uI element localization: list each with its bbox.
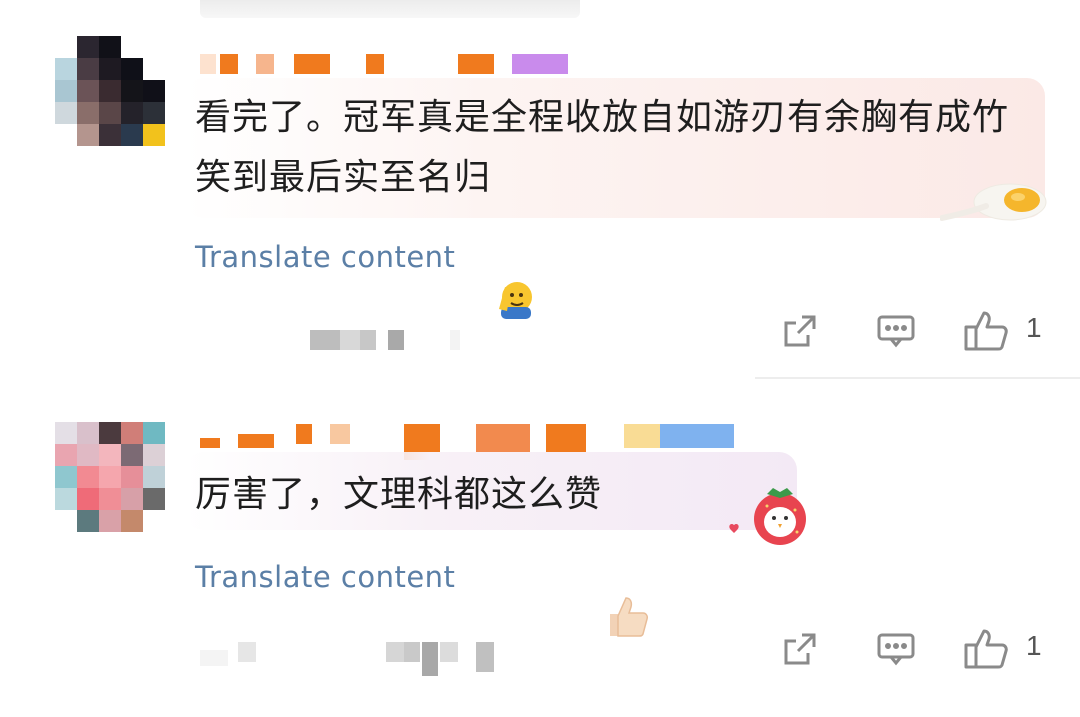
share-icon[interactable] (770, 624, 830, 674)
avatar[interactable] (55, 422, 165, 532)
comment-meta-redacted (200, 642, 520, 676)
like-count: 1 (1026, 630, 1042, 661)
saluting-face-emoji (491, 157, 539, 319)
comment-item: 看完了。冠军真是全程收放自如游刃有余胸有成竹笑到最后实至名归 Translate… (0, 0, 1080, 380)
share-icon[interactable] (770, 306, 830, 356)
username-redacted[interactable] (200, 420, 740, 460)
username-redacted[interactable] (200, 50, 580, 78)
comment-item: 厉害了，文理科都这么赞 Translate content 1 (0, 380, 1080, 691)
comment-actions: 1 (770, 624, 1070, 674)
comment-actions: 1 (770, 306, 1070, 356)
fried-egg-sticker (939, 178, 1050, 224)
thumbs-up-emoji (602, 474, 650, 637)
translate-content-link[interactable]: Translate content (195, 240, 455, 274)
strawberry-bird-sticker (725, 484, 815, 550)
comment-icon[interactable] (866, 306, 926, 356)
thumbs-up-icon[interactable] (956, 624, 1016, 674)
comment-text: 看完了。冠军真是全程收放自如游刃有余胸有成竹笑到最后实至名归 (195, 88, 1015, 319)
translate-content-link[interactable]: Translate content (195, 560, 455, 594)
comment-meta-redacted (310, 330, 510, 352)
like-count: 1 (1026, 312, 1042, 343)
thumbs-up-icon[interactable] (956, 306, 1016, 356)
divider (755, 377, 1080, 379)
avatar[interactable] (55, 36, 165, 146)
comment-text: 厉害了，文理科都这么赞 (195, 465, 715, 637)
comment-icon[interactable] (866, 624, 926, 674)
